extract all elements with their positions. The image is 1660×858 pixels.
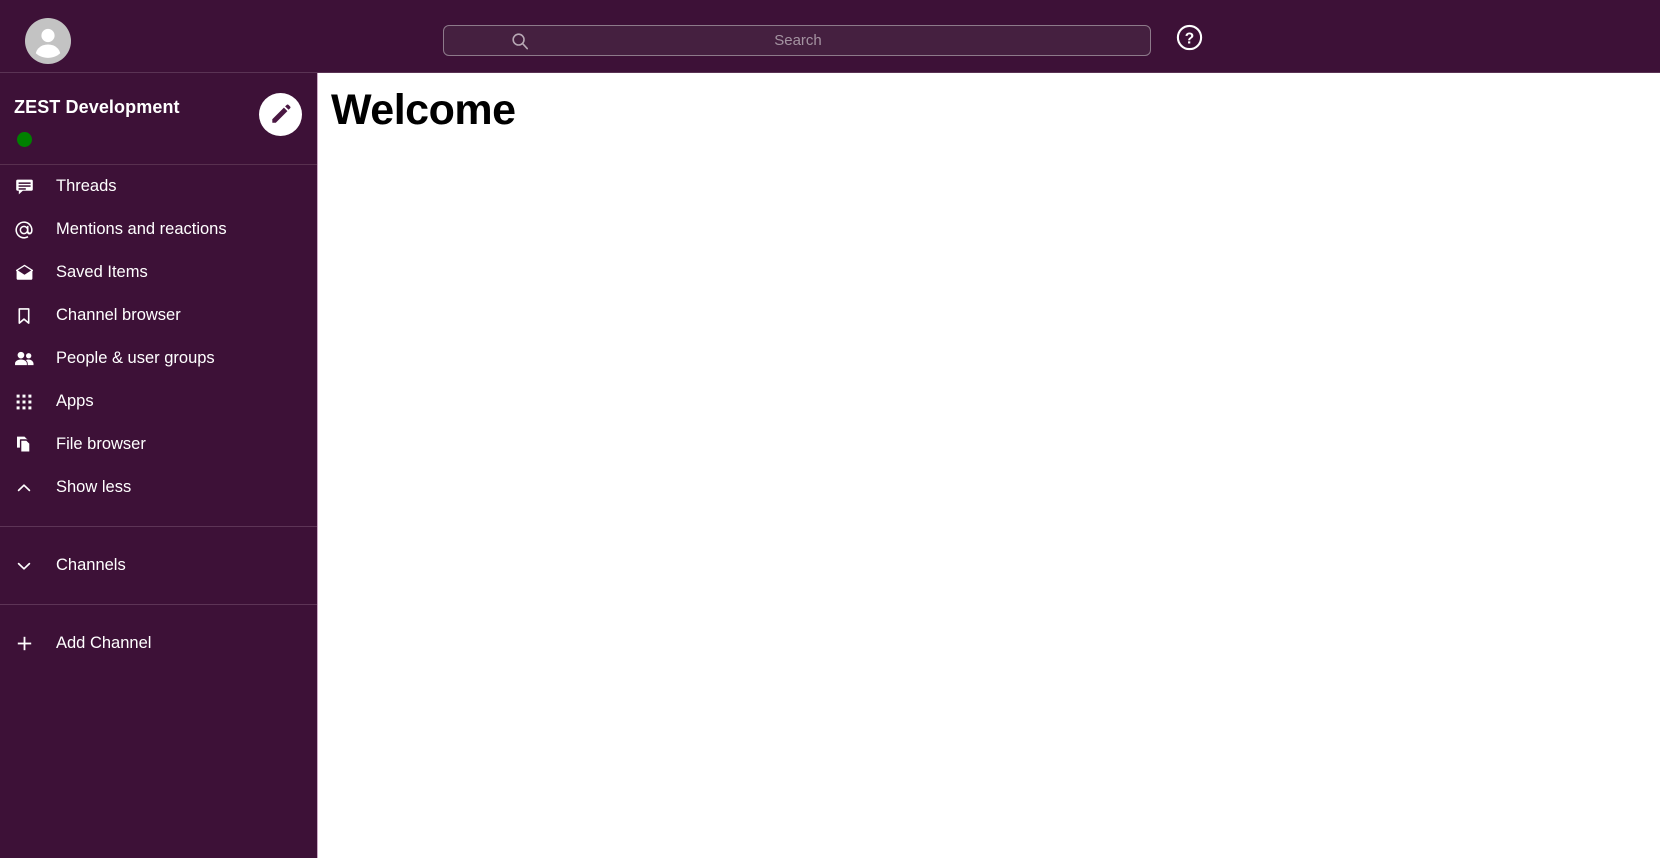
page-title: Welcome [331, 86, 516, 134]
sidebar-section-channels[interactable]: Channels [0, 544, 317, 587]
sidebar-item-show-less[interactable]: Show less [0, 466, 317, 509]
people-icon [14, 349, 34, 369]
bookmark-icon [14, 306, 34, 326]
sidebar-item-people[interactable]: People & user groups [0, 337, 317, 380]
sidebar-item-label: Show less [56, 478, 132, 496]
search-input[interactable] [444, 26, 1152, 55]
sidebar: ZEST Development Threads Mentions and re… [0, 73, 318, 858]
chevron-up-icon [14, 478, 34, 498]
at-mention-icon [14, 220, 34, 240]
sidebar-item-label: Apps [56, 392, 94, 410]
sidebar-section-label: Channels [56, 556, 126, 574]
add-channel-button[interactable]: Add Channel [0, 622, 317, 665]
apps-grid-icon [14, 392, 34, 412]
plus-icon [14, 634, 34, 654]
help-circle-icon: ? [1176, 24, 1203, 51]
sidebar-item-file-browser[interactable]: File browser [0, 423, 317, 466]
sidebar-item-label: File browser [56, 435, 146, 453]
threads-icon [14, 177, 34, 197]
sidebar-item-apps[interactable]: Apps [0, 380, 317, 423]
sidebar-item-label: People & user groups [56, 349, 215, 367]
saved-items-icon [14, 263, 34, 283]
sidebar-item-label: Saved Items [56, 263, 148, 281]
sidebar-item-channel-browser[interactable]: Channel browser [0, 294, 317, 337]
sidebar-item-saved-items[interactable]: Saved Items [0, 251, 317, 294]
sidebar-nav-primary: Threads Mentions and reactions Saved Ite… [0, 165, 317, 665]
sidebar-item-label: Mentions and reactions [56, 220, 227, 238]
compose-message-button[interactable] [259, 93, 302, 136]
search-bar[interactable] [443, 25, 1152, 56]
sidebar-item-mentions[interactable]: Mentions and reactions [0, 208, 317, 251]
chevron-down-icon [14, 556, 34, 576]
help-button[interactable]: ? [1175, 23, 1204, 52]
sidebar-item-threads[interactable]: Threads [0, 165, 317, 208]
team-name: ZEST Development [14, 97, 180, 117]
svg-text:?: ? [1185, 30, 1194, 47]
sidebar-item-label: Threads [56, 177, 117, 195]
team-header: ZEST Development [0, 73, 317, 165]
files-icon [14, 435, 34, 455]
add-channel-label: Add Channel [56, 634, 152, 652]
app-root: ? [0, 0, 1660, 858]
pencil-icon [272, 104, 291, 123]
status-dot[interactable] [17, 132, 32, 147]
sidebar-item-label: Channel browser [56, 306, 181, 324]
top-bar: ? [0, 0, 1660, 73]
person-icon [35, 28, 61, 58]
user-avatar[interactable] [25, 18, 71, 64]
main-content: Welcome [319, 73, 1660, 858]
